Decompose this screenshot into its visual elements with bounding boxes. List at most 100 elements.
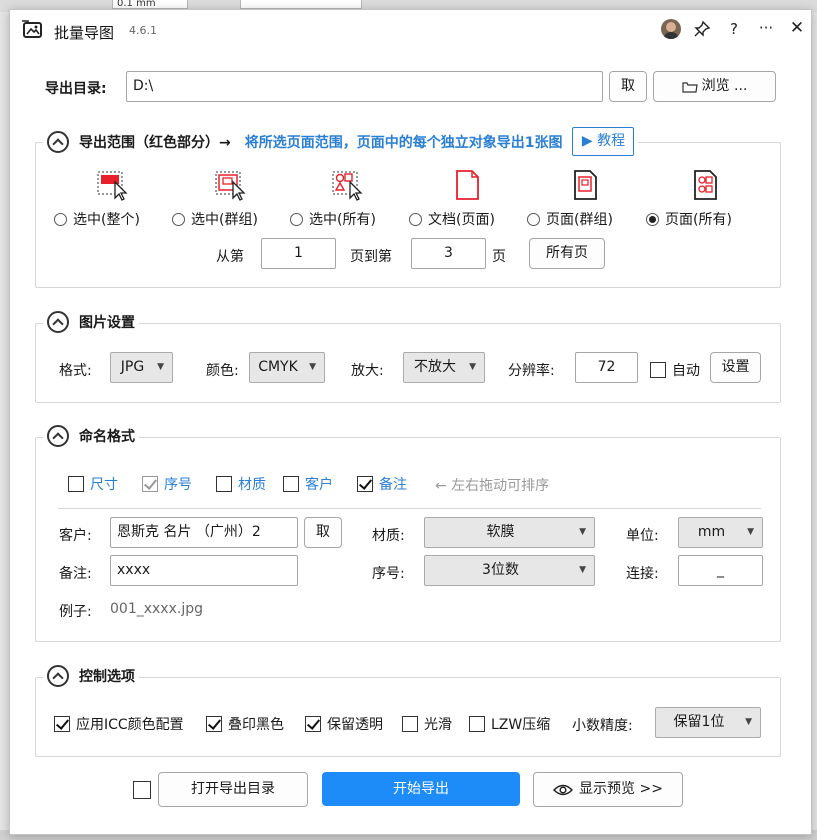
range-option-selection-group[interactable]: 选中(群组)	[172, 209, 258, 229]
color-label: 颜色:	[206, 363, 239, 379]
from-page-input[interactable]: 1	[261, 238, 336, 269]
seq-select[interactable]: 3位数 ▼	[424, 555, 595, 586]
precision-label: 小数精度:	[572, 718, 633, 734]
chevron-down-icon: ▼	[747, 527, 754, 537]
resolution-label: 分辨率:	[508, 363, 555, 379]
radio-selection-all[interactable]	[290, 212, 303, 226]
chevron-down-icon: ▼	[579, 565, 586, 575]
page-suffix-label: 页	[492, 249, 506, 265]
naming-field-size[interactable]: 尺寸	[68, 474, 118, 494]
material-checkbox[interactable]	[216, 476, 232, 492]
pin-icon[interactable]	[693, 20, 711, 38]
resolution-input[interactable]: 72	[575, 352, 638, 383]
chevron-down-icon: ▼	[469, 362, 476, 372]
help-button[interactable]: ?	[724, 19, 744, 39]
close-button[interactable]: ✕	[787, 18, 807, 38]
transparency-checkbox[interactable]	[305, 716, 321, 732]
collapse-image-icon[interactable]	[47, 311, 69, 333]
auto-checkbox-box[interactable]	[650, 362, 666, 378]
icc-option[interactable]: 应用ICC颜色配置	[54, 714, 184, 734]
unit-select[interactable]: mm ▼	[678, 517, 763, 548]
format-select[interactable]: JPG ▼	[110, 352, 173, 383]
transparency-option[interactable]: 保留透明	[305, 714, 383, 734]
open-export-dir-button[interactable]: 打开导出目录	[158, 772, 308, 807]
settings-button[interactable]: 设置	[710, 352, 761, 383]
to-page-input[interactable]: 3	[411, 238, 486, 269]
overprint-checkbox[interactable]	[206, 716, 222, 732]
tutorial-button[interactable]: ▶ 教程	[572, 127, 635, 156]
background-field	[240, 0, 362, 9]
radio-selection-whole[interactable]	[54, 212, 67, 226]
smooth-option[interactable]: 光滑	[402, 714, 452, 734]
export-dir-label: 导出目录:	[45, 81, 107, 97]
start-export-button[interactable]: 开始导出	[322, 772, 520, 806]
radio-page-all[interactable]	[646, 212, 659, 226]
open-dir-checkbox[interactable]	[133, 781, 151, 799]
note-input[interactable]: xxxx	[110, 555, 298, 586]
folder-icon	[681, 81, 698, 93]
lzw-checkbox[interactable]	[469, 716, 485, 732]
range-option-selection-all[interactable]: 选中(所有)	[290, 209, 376, 229]
image-settings-header: 图片设置	[43, 311, 139, 333]
radio-selection-group[interactable]	[172, 212, 185, 226]
size-checkbox[interactable]	[68, 476, 84, 492]
chevron-down-icon: ▼	[745, 717, 752, 727]
range-option-page-all[interactable]: 页面(所有)	[646, 209, 732, 229]
color-select[interactable]: CMYK ▼	[249, 352, 325, 383]
browse-button[interactable]: 浏览 ...	[653, 71, 776, 102]
collapse-control-icon[interactable]	[47, 665, 69, 687]
radio-document-page[interactable]	[409, 212, 422, 226]
collapse-naming-icon[interactable]	[47, 425, 69, 447]
note-checkbox[interactable]	[357, 476, 373, 492]
page-all-icon	[694, 170, 717, 200]
material-label: 材质:	[372, 528, 405, 544]
drag-sort-hint: ← 左右拖动可排序	[435, 478, 550, 494]
user-avatar[interactable]	[661, 19, 681, 39]
pick-dir-button[interactable]: 取	[609, 71, 647, 102]
more-menu-button[interactable]: ···	[756, 18, 776, 38]
naming-field-seq[interactable]: 序号	[142, 474, 192, 494]
join-input[interactable]: _	[678, 555, 763, 586]
selection-group-icon	[215, 171, 246, 201]
overprint-option[interactable]: 叠印黑色	[206, 714, 284, 734]
preview-label: 显示预览 >>	[579, 781, 663, 797]
join-label: 连接:	[626, 566, 659, 582]
lzw-option[interactable]: LZW压缩	[469, 714, 550, 734]
to-page-label: 页到第	[350, 249, 392, 265]
all-pages-button[interactable]: 所有页	[529, 238, 605, 269]
customer-checkbox[interactable]	[283, 476, 299, 492]
export-dir-input[interactable]: D:\	[126, 71, 603, 102]
seq-checkbox[interactable]	[142, 476, 158, 492]
control-title: 控制选项	[79, 669, 135, 685]
customer-pick-button[interactable]: 取	[304, 517, 342, 548]
note-label: 备注:	[59, 566, 92, 582]
app-logo-icon	[22, 20, 42, 38]
zoom-select[interactable]: 不放大 ▼	[403, 352, 485, 383]
customer-input[interactable]: 恩斯克 名片 （广州）2	[110, 517, 298, 548]
chevron-down-icon: ▼	[157, 362, 164, 372]
precision-select[interactable]: 保留1位 ▼	[655, 707, 761, 738]
background-thickness-field: 0.1 mm	[112, 0, 188, 9]
batch-export-dialog: 批量导图 4.6.1 ? ··· ✕ 导出目录: D:\ 取 浏览 ... 导出…	[9, 9, 812, 835]
range-option-document-page[interactable]: 文档(页面)	[409, 209, 495, 229]
browse-label: 浏览 ...	[701, 78, 748, 94]
show-preview-button[interactable]: 显示预览 >>	[533, 772, 683, 807]
format-label: 格式:	[59, 363, 92, 379]
naming-field-note[interactable]: 备注	[357, 474, 407, 494]
range-group-header: 导出范围（红色部分）→ 将所选页面范围，页面中的每个独立对象导出1张图 ▶ 教程	[43, 127, 639, 156]
collapse-range-icon[interactable]	[47, 130, 69, 153]
naming-field-customer[interactable]: 客户	[283, 474, 333, 494]
smooth-checkbox[interactable]	[402, 716, 418, 732]
material-select[interactable]: 软膜 ▼	[424, 517, 595, 548]
range-option-selection-whole[interactable]: 选中(整个)	[54, 209, 140, 229]
radio-page-group[interactable]	[527, 212, 540, 226]
naming-divider	[58, 508, 761, 509]
range-option-page-group[interactable]: 页面(群组)	[527, 209, 613, 229]
eye-icon	[553, 784, 574, 795]
auto-checkbox[interactable]: 自动	[650, 360, 700, 380]
icc-checkbox[interactable]	[54, 716, 70, 732]
page-group-icon	[574, 170, 597, 200]
document-page-icon	[456, 170, 479, 200]
naming-field-material[interactable]: 材质	[216, 474, 266, 494]
dialog-title: 批量导图	[54, 24, 115, 42]
